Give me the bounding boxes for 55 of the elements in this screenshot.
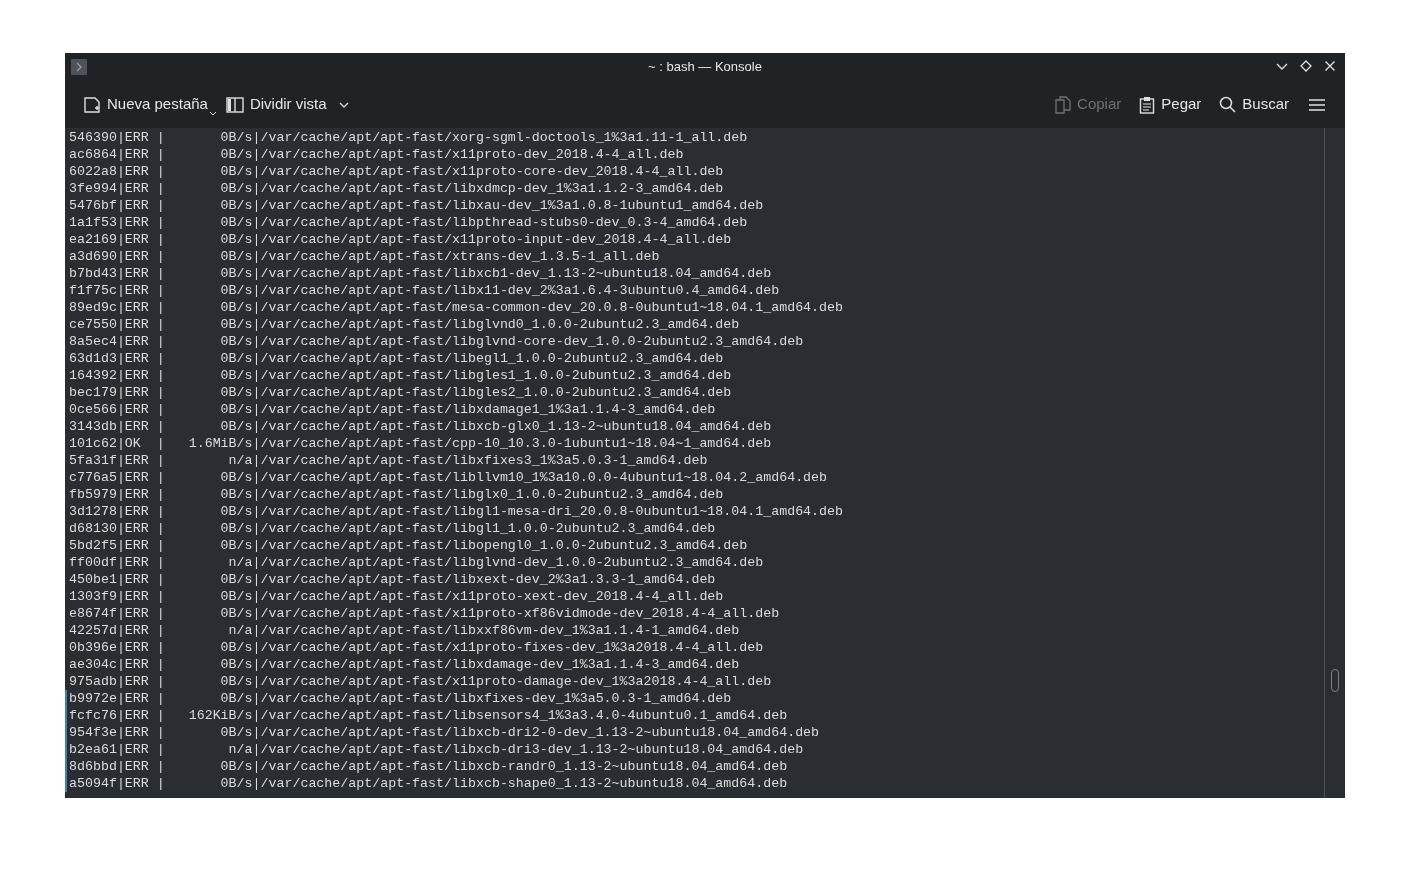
terminal-line: 8d6bbd|ERR | 0B/s|/var/cache/apt/apt-fast/libxcb-randr0_1.13-2~ubuntu18.04_amd64.deb [68, 758, 788, 775]
terminal-line: 89ed9c|ERR | 0B/s|/var/cache/apt/apt-fast/mesa-common-dev_20.0.8-0ubuntu1~18.04.1_amd64.deb [68, 299, 843, 316]
terminal-line: ae304c|ERR | 0B/s|/var/cache/apt/apt-fast/libxdamage-dev_1%3a1.1.4-3_amd64.deb [68, 656, 740, 673]
terminal-line: 6022a8|ERR | 0B/s|/var/cache/apt/apt-fast/x11proto-core-dev_2018.4-4_all.deb [68, 163, 724, 180]
terminal-line: 1303f9|ERR | 0B/s|/var/cache/apt/apt-fast/x11proto-xext-dev_2018.4-4_all.deb [68, 588, 724, 605]
terminal-line: 42257d|ERR | n/a|/var/cache/apt/apt-fast/libxxf86vm-dev_1%3a1.1.4-1_amd64.deb [68, 622, 740, 639]
terminal-line: b7bd43|ERR | 0B/s|/var/cache/apt/apt-fast/libxcb1-dev_1.13-2~ubuntu18.04_amd64.deb [68, 265, 772, 282]
window-title: ~ : bash — Konsole [648, 58, 762, 77]
split-view-icon [225, 96, 244, 113]
terminal-line: 63d1d3|ERR | 0B/s|/var/cache/apt/apt-fast/libegl1_1.0.0-2ubuntu2.3_amd64.deb [68, 350, 724, 367]
clipboard-icon [1139, 95, 1156, 114]
copy-icon [1055, 95, 1072, 114]
terminal-line: ff00df|ERR | n/a|/var/cache/apt/apt-fast/libglvnd-dev_1.0.0-2ubuntu2.3_amd64.deb [68, 554, 764, 571]
terminal-line: 5476bf|ERR | 0B/s|/var/cache/apt/apt-fast/libxau-dev_1%3a1.0.8-1ubuntu1_amd64.deb [68, 197, 764, 214]
terminal-line: c776a5|ERR | 0B/s|/var/cache/apt/apt-fast/libllvm10_1%3a10.0.0-4ubuntu1~18.04.2_amd64.deb [68, 469, 828, 486]
terminal-line: 3fe994|ERR | 0B/s|/var/cache/apt/apt-fast/libxdmcp-dev_1%3a1.1.2-3_amd64.deb [68, 180, 724, 197]
split-view-button[interactable]: Dividir vista [219, 89, 355, 120]
terminal-app-icon[interactable] [71, 59, 87, 75]
search-icon [1219, 96, 1237, 113]
terminal-line: f1f75c|ERR | 0B/s|/var/cache/apt/apt-fast/libx11-dev_2%3a1.6.4-3ubuntu0.4_amd64.deb [68, 282, 780, 299]
terminal-line: ce7550|ERR | 0B/s|/var/cache/apt/apt-fast/libglvnd0_1.0.0-2ubuntu2.3_amd64.deb [68, 316, 740, 333]
terminal-line: 5fa31f|ERR | n/a|/var/cache/apt/apt-fast/libxfixes3_1%3a5.0.3-1_amd64.deb [68, 452, 708, 469]
close-icon[interactable] [1323, 59, 1337, 73]
terminal-line: d68130|ERR | 0B/s|/var/cache/apt/apt-fast/libgl1_1.0.0-2ubuntu2.3_amd64.deb [68, 520, 716, 537]
terminal-line: b2ea61|ERR | n/a|/var/cache/apt/apt-fast/libxcb-dri3-dev_1.13-2~ubuntu18.04_amd64.deb [68, 741, 804, 758]
paste-button[interactable]: Pegar [1133, 89, 1208, 120]
new-tab-icon [83, 95, 101, 114]
terminal-line: 101c62|OK | 1.6MiB/s|/var/cache/apt/apt-fast/cpp-10_10.3.0-1ubuntu1~18.04~1_amd64.deb [68, 435, 772, 452]
terminal-line: b9972e|ERR | 0B/s|/var/cache/apt/apt-fast/libxfixes-dev_1%3a5.0.3-1_amd64.deb [68, 690, 732, 707]
terminal-line: 3143db|ERR | 0B/s|/var/cache/apt/apt-fast/libxcb-glx0_1.13-2~ubuntu18.04_amd64.deb [68, 418, 772, 435]
new-tab-button[interactable]: Nueva pestaña [77, 89, 214, 120]
caret-icon [338, 101, 349, 108]
terminal-line: a5094f|ERR | 0B/s|/var/cache/apt/apt-fast/libxcb-shape0_1.13-2~ubuntu18.04_amd64.deb [68, 775, 788, 792]
terminal-line: 5bd2f5|ERR | 0B/s|/var/cache/apt/apt-fast/libopengl0_1.0.0-2ubuntu2.3_amd64.deb [68, 537, 748, 554]
terminal-line: ea2169|ERR | 0B/s|/var/cache/apt/apt-fast/x11proto-input-dev_2018.4-4_all.deb [68, 231, 732, 248]
terminal-line: e8674f|ERR | 0B/s|/var/cache/apt/apt-fast/x11proto-xf86vidmode-dev_2018.4-4_all.deb [68, 605, 780, 622]
caret-icon [209, 111, 216, 116]
terminal-line: 0ce566|ERR | 0B/s|/var/cache/apt/apt-fast/libxdamage1_1%3a1.1.4-3_amd64.deb [68, 401, 716, 418]
terminal-line: 954f3e|ERR | 0B/s|/var/cache/apt/apt-fast/libxcb-dri2-0-dev_1.13-2~ubuntu18.04_amd64.deb [68, 724, 820, 741]
terminal-line: 0b396e|ERR | 0B/s|/var/cache/apt/apt-fast/x11proto-fixes-dev_1%3a2018.4-4_all.deb [68, 639, 764, 656]
terminal-line: fcfc76|ERR | 162KiB/s|/var/cache/apt/apt-fast/libsensors4_1%3a3.4.0-4ubuntu0.1_amd64.deb [68, 707, 788, 724]
terminal-line: ac6864|ERR | 0B/s|/var/cache/apt/apt-fast/x11proto-dev_2018.4-4_all.deb [68, 146, 684, 163]
terminal-line: a3d690|ERR | 0B/s|/var/cache/apt/apt-fast/xtrans-dev_1.3.5-1_all.deb [68, 248, 660, 265]
terminal-line: 975adb|ERR | 0B/s|/var/cache/apt/apt-fast/x11proto-damage-dev_1%3a2018.4-4_all.deb [68, 673, 772, 690]
terminal-line: 3d1278|ERR | 0B/s|/var/cache/apt/apt-fast/libgl1-mesa-dri_20.0.8-0ubuntu1~18.04.1_amd64.deb [68, 503, 843, 520]
terminal-line: 1a1f53|ERR | 0B/s|/var/cache/apt/apt-fast/libpthread-stubs0-dev_0.3-4_amd64.deb [68, 214, 748, 231]
terminal-line: fb5979|ERR | 0B/s|/var/cache/apt/apt-fast/libglx0_1.0.0-2ubuntu2.3_amd64.deb [68, 486, 724, 503]
terminal-line: 450be1|ERR | 0B/s|/var/cache/apt/apt-fast/libxext-dev_2%3a1.3.3-1_amd64.deb [68, 571, 716, 588]
terminal-line: bec179|ERR | 0B/s|/var/cache/apt/apt-fast/libgles2_1.0.0-2ubuntu2.3_amd64.deb [68, 384, 732, 401]
terminal-line: 546390|ERR | 0B/s|/var/cache/apt/apt-fast/xorg-sgml-doctools_1%3a1.11-1_all.deb [68, 129, 748, 146]
menu-icon [1309, 97, 1325, 112]
terminal-line: 8a5ec4|ERR | 0B/s|/var/cache/apt/apt-fast/libglvnd-core-dev_1.0.0-2ubuntu2.3_amd64.deb [68, 333, 804, 350]
maximize-icon[interactable] [1299, 59, 1313, 73]
terminal-line: 164392|ERR | 0B/s|/var/cache/apt/apt-fast/libgles1_1.0.0-2ubuntu2.3_amd64.deb [68, 367, 732, 384]
search-button[interactable]: Buscar [1213, 89, 1295, 120]
